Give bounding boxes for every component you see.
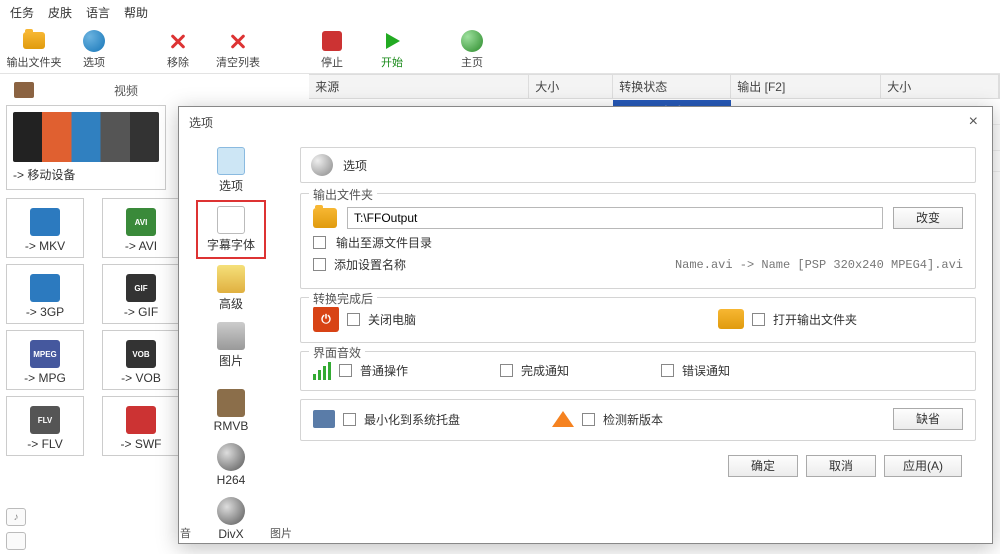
col-status[interactable]: 转换状态 bbox=[613, 75, 731, 98]
update-arrow-icon bbox=[552, 411, 574, 427]
power-icon: ⏻ bbox=[313, 306, 339, 332]
cb-shutdown[interactable] bbox=[347, 313, 360, 326]
stop-button[interactable]: 停止 bbox=[304, 27, 360, 71]
device-thumb bbox=[13, 112, 159, 162]
col-output[interactable]: 输出 [F2] bbox=[731, 75, 881, 98]
ui-sound-section: 界面音效 普通操作 完成通知 错误通知 bbox=[300, 351, 976, 391]
header-icon bbox=[311, 154, 333, 176]
cb-error-notify[interactable] bbox=[661, 364, 674, 377]
col-outsize[interactable]: 大小 bbox=[881, 75, 999, 98]
format-vob[interactable]: VOB-> VOB bbox=[102, 330, 180, 390]
nav-h264[interactable]: H264 bbox=[196, 439, 266, 491]
format-mkv[interactable]: -> MKV bbox=[6, 198, 84, 258]
avi-icon: AVI bbox=[126, 208, 156, 236]
home-button[interactable]: 主页 bbox=[444, 27, 500, 71]
output-folder-section: 输出文件夹 改变 输出至源文件目录 添加设置名称Name.avi -> Name… bbox=[300, 193, 976, 289]
format-gif[interactable]: GIF-> GIF bbox=[102, 264, 180, 324]
default-button[interactable]: 缺省 bbox=[893, 408, 963, 430]
gif-icon: GIF bbox=[126, 274, 156, 302]
h264-icon bbox=[217, 443, 245, 471]
output-path-input[interactable] bbox=[347, 207, 883, 229]
col-size[interactable]: 大小 bbox=[529, 75, 613, 98]
tray-icon bbox=[313, 410, 335, 428]
flv-icon: FLV bbox=[30, 406, 60, 434]
divx-icon bbox=[217, 497, 245, 525]
format-mpg[interactable]: MPEG-> MPG bbox=[6, 330, 84, 390]
nav-picture[interactable]: 图片 bbox=[196, 318, 266, 373]
after-convert-section: 转换完成后 ⏻关闭电脑 打开输出文件夹 bbox=[300, 297, 976, 343]
device-category[interactable]: -> 移动设备 bbox=[6, 105, 166, 190]
clapper-icon bbox=[14, 82, 34, 98]
remove-button[interactable]: 移除 bbox=[150, 27, 206, 71]
nav-rmvb[interactable]: RMVB bbox=[196, 385, 266, 437]
menu-lang[interactable]: 语言 bbox=[86, 4, 110, 21]
menubar: 任务 皮肤 语言 帮助 bbox=[0, 0, 1000, 25]
output-folder-button[interactable]: 输出文件夹 bbox=[6, 27, 62, 71]
clear-icon bbox=[227, 30, 249, 52]
cb-check-update[interactable] bbox=[582, 413, 595, 426]
misc-section: 最小化到系统托盘 检测新版本 缺省 bbox=[300, 399, 976, 441]
nav-divx[interactable]: DivX bbox=[196, 493, 266, 543]
3gp-icon bbox=[30, 274, 60, 302]
options-dialog: 选项 × 选项 字幕字体 高级 图片 RMVB H264 DivX 选项 输出文… bbox=[178, 106, 993, 544]
menu-help[interactable]: 帮助 bbox=[124, 4, 148, 21]
stop-icon bbox=[322, 31, 342, 51]
options-page-header: 选项 bbox=[300, 147, 976, 183]
dialog-title: 选项 bbox=[189, 114, 213, 131]
cancel-button[interactable]: 取消 bbox=[806, 455, 876, 477]
dialog-footer: 确定 取消 应用(A) bbox=[300, 449, 976, 481]
video-label: 视频 bbox=[114, 82, 138, 99]
menu-task[interactable]: 任务 bbox=[10, 4, 34, 21]
font-icon bbox=[217, 206, 245, 234]
cb-complete-notify[interactable] bbox=[500, 364, 513, 377]
nav-options[interactable]: 选项 bbox=[196, 143, 266, 198]
mkv-icon bbox=[30, 208, 60, 236]
table-header: 来源 大小 转换状态 输出 [F2] 大小 bbox=[309, 74, 1000, 99]
nav-subtitle-font[interactable]: 字幕字体 bbox=[196, 200, 266, 259]
device-label: -> 移动设备 bbox=[13, 166, 159, 183]
cb-open-output[interactable] bbox=[752, 313, 765, 326]
cb-output-to-source[interactable] bbox=[313, 236, 326, 249]
nav-leftover-1: 音 bbox=[180, 525, 191, 541]
nav-leftover-2: 图片 bbox=[270, 525, 292, 541]
toolbar: 输出文件夹 选项 移除 清空列表 停止 开始 主页 bbox=[0, 25, 1000, 74]
folder-icon bbox=[313, 208, 337, 228]
nav-advanced[interactable]: 高级 bbox=[196, 261, 266, 316]
adv-icon bbox=[217, 265, 245, 293]
change-button[interactable]: 改变 bbox=[893, 207, 963, 229]
cb-normal-op[interactable] bbox=[339, 364, 352, 377]
tray-icons: ♪ bbox=[6, 508, 26, 550]
format-3gp[interactable]: -> 3GP bbox=[6, 264, 84, 324]
misc-icon[interactable] bbox=[6, 532, 26, 550]
cb-min-to-tray[interactable] bbox=[343, 413, 356, 426]
format-avi[interactable]: AVI-> AVI bbox=[102, 198, 180, 258]
ok-button[interactable]: 确定 bbox=[728, 455, 798, 477]
options-button[interactable]: 选项 bbox=[66, 27, 122, 71]
music-icon[interactable]: ♪ bbox=[6, 508, 26, 526]
format-swf[interactable]: -> SWF bbox=[102, 396, 180, 456]
col-source[interactable]: 来源 bbox=[309, 75, 529, 98]
sound-bars-icon bbox=[313, 360, 331, 380]
clear-button[interactable]: 清空列表 bbox=[210, 27, 266, 71]
apply-button[interactable]: 应用(A) bbox=[884, 455, 962, 477]
start-button[interactable]: 开始 bbox=[364, 27, 420, 71]
format-flv[interactable]: FLV-> FLV bbox=[6, 396, 84, 456]
cb-add-setting-name[interactable] bbox=[313, 258, 326, 271]
options-nav: 选项 字幕字体 高级 图片 RMVB H264 DivX bbox=[179, 137, 284, 543]
swf-icon bbox=[126, 406, 156, 434]
options-icon bbox=[83, 30, 105, 52]
pic-icon bbox=[217, 322, 245, 350]
play-icon bbox=[383, 32, 401, 50]
menu-skin[interactable]: 皮肤 bbox=[48, 4, 72, 21]
options-nav-icon bbox=[217, 147, 245, 175]
folder-icon bbox=[718, 309, 744, 329]
rmvb-icon bbox=[217, 389, 245, 417]
globe-icon bbox=[461, 30, 483, 52]
remove-icon bbox=[167, 30, 189, 52]
vob-icon: VOB bbox=[126, 340, 156, 368]
folder-icon bbox=[23, 32, 45, 49]
close-icon[interactable]: × bbox=[965, 113, 982, 131]
mpg-icon: MPEG bbox=[30, 340, 60, 368]
example-text: Name.avi -> Name [PSP 320x240 MPEG4].avi bbox=[675, 258, 963, 272]
